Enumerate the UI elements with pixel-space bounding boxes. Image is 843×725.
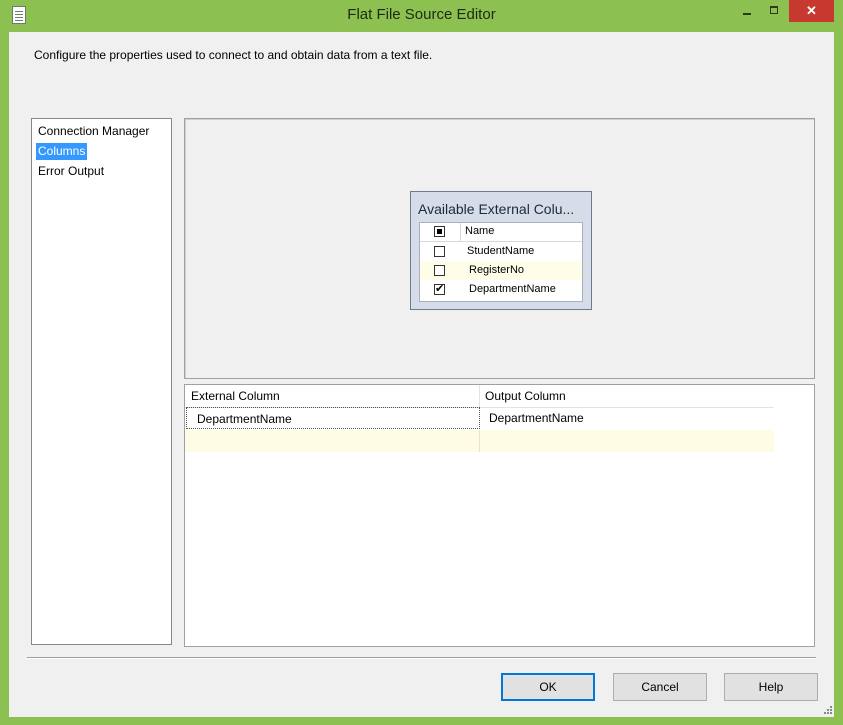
nav-item-connection-manager[interactable]: Connection Manager xyxy=(36,123,151,140)
output-column-cell[interactable]: DepartmentName xyxy=(485,411,584,425)
close-button[interactable]: ✕ xyxy=(789,0,834,22)
select-all-column xyxy=(420,223,461,241)
external-column-row[interactable]: RegisterNo xyxy=(420,261,582,280)
output-column-header[interactable]: Output Column xyxy=(485,389,566,403)
external-column-name: RegisterNo xyxy=(469,264,525,276)
external-column-row[interactable]: StudentName xyxy=(420,242,582,261)
external-columns-grid: Name StudentName RegisterNo ✔ Department… xyxy=(419,222,583,302)
page-navigation-list: Connection Manager Columns Error Output xyxy=(31,118,172,645)
select-all-checkbox[interactable] xyxy=(434,226,445,237)
name-column-header: Name xyxy=(465,225,495,237)
nav-item-columns[interactable]: Columns xyxy=(36,143,88,160)
help-button[interactable]: Help xyxy=(724,673,818,701)
external-column-header[interactable]: External Column xyxy=(191,389,280,403)
mapping-header-row: External Column Output Column xyxy=(185,385,774,408)
resize-grip-icon[interactable] xyxy=(822,704,832,714)
column-mapping-grid: External Column Output Column Department… xyxy=(184,384,815,647)
table-row[interactable]: DepartmentName DepartmentName xyxy=(185,407,774,429)
maximize-button[interactable] xyxy=(762,0,786,22)
column-separator[interactable] xyxy=(479,385,480,407)
title-bar[interactable]: Flat File Source Editor ✕ xyxy=(0,0,843,32)
external-column-name: DepartmentName xyxy=(469,283,556,295)
maximize-icon xyxy=(770,6,778,14)
minimize-icon xyxy=(743,13,751,15)
external-column-name: StudentName xyxy=(467,245,535,257)
description-text: Configure the properties used to connect… xyxy=(34,48,433,62)
column-checkbox[interactable] xyxy=(434,265,445,276)
column-checkbox[interactable] xyxy=(434,246,445,257)
window-title: Flat File Source Editor xyxy=(347,6,496,23)
available-external-columns-title: Available External Colu... xyxy=(418,201,575,217)
available-external-columns-box[interactable]: Available External Colu... Name StudentN… xyxy=(410,191,592,310)
cancel-button[interactable]: Cancel xyxy=(613,673,707,701)
column-separator xyxy=(479,430,480,452)
header-band: Configure the properties used to connect… xyxy=(9,32,834,112)
new-row[interactable] xyxy=(185,430,774,452)
close-icon: ✕ xyxy=(806,3,817,18)
divider xyxy=(27,657,816,658)
column-checkbox-checked[interactable]: ✔ xyxy=(434,284,445,295)
external-column-row[interactable]: ✔ DepartmentName xyxy=(420,280,582,299)
dialog-client-area: Configure the properties used to connect… xyxy=(9,32,834,717)
nav-item-error-output[interactable]: Error Output xyxy=(36,163,106,180)
minimize-button[interactable] xyxy=(735,0,759,22)
ok-button[interactable]: OK xyxy=(501,673,595,701)
columns-diagram-panel: Available External Colu... Name StudentN… xyxy=(184,118,815,379)
external-columns-header: Name xyxy=(420,223,582,242)
external-column-cell[interactable]: DepartmentName xyxy=(186,407,480,429)
